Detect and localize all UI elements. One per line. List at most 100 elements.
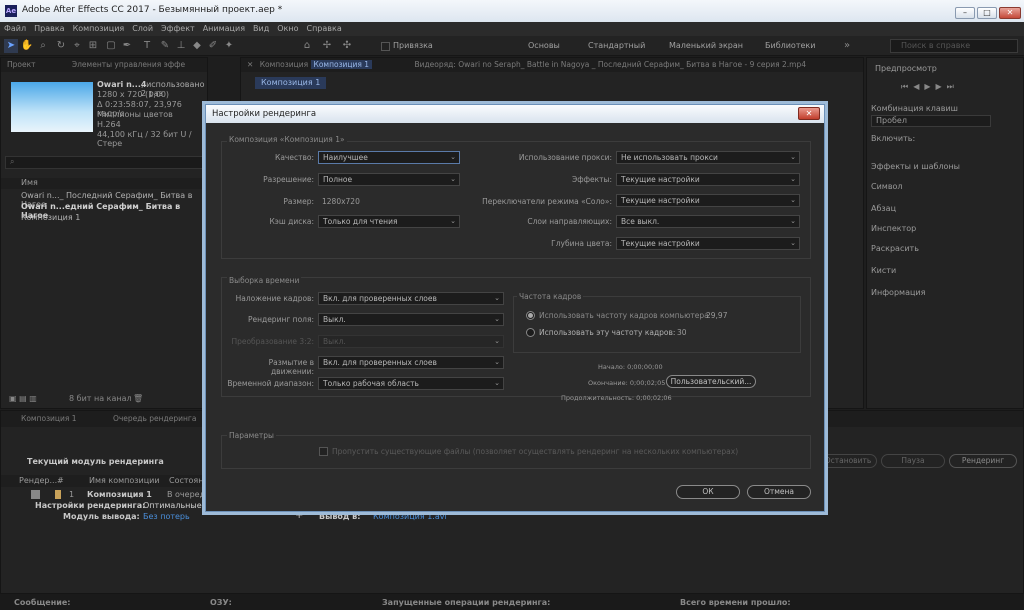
view-axis-icon[interactable]: ✣ (340, 39, 354, 53)
time-span-select[interactable]: Только рабочая область ⌄ (318, 377, 504, 390)
workspace-default[interactable]: Стандартный (588, 41, 645, 50)
menu-animation[interactable]: Анимация (199, 22, 249, 36)
brush-tool-icon[interactable]: ✎ (158, 39, 172, 53)
frame-blending-label: Наложение кадров: (235, 294, 314, 303)
tab-render-queue[interactable]: Очередь рендеринга (113, 414, 196, 423)
menu-composition[interactable]: Композиция (69, 22, 129, 36)
pan-behind-tool-icon[interactable]: ⊞ (86, 39, 100, 53)
menu-view[interactable]: Вид (249, 22, 273, 36)
output-module-value[interactable]: Без потерь (143, 512, 190, 521)
help-search-input[interactable]: Поиск в справке (890, 39, 1018, 53)
roto-brush-tool-icon[interactable]: ✐ (206, 39, 220, 53)
mask-tool-icon[interactable]: ▢ (104, 39, 118, 53)
shortcut-select[interactable]: Пробел (871, 115, 991, 127)
right-panel-item[interactable]: Инспектор (871, 224, 916, 233)
playback-controls-icon[interactable]: ⏮◀▶▶⏭ (901, 82, 959, 92)
tab-project[interactable]: Проект (7, 60, 36, 69)
bit-depth[interactable]: 8 бит на канал (69, 394, 132, 403)
rotate-tool-icon[interactable]: ↻ (54, 39, 68, 53)
resolution-select[interactable]: Полное ⌄ (318, 173, 460, 186)
workspace-small-screen[interactable]: Маленький экран (669, 41, 743, 50)
minimize-button[interactable]: – (955, 7, 975, 19)
right-panel-item[interactable]: Раскрасить (871, 244, 919, 253)
output-to-value[interactable]: Композиция 1.avi (373, 512, 447, 521)
right-panel-item[interactable]: Кисти (871, 266, 896, 275)
maximize-button[interactable]: □ (977, 7, 997, 19)
ok-button[interactable]: ОК (676, 485, 740, 499)
tab-timeline-comp1[interactable]: Композиция 1 (21, 414, 77, 423)
eraser-tool-icon[interactable]: ◆ (190, 39, 204, 53)
current-render-module: Текущий модуль рендеринга (27, 457, 164, 466)
col-comp-name[interactable]: Имя композиции (89, 476, 160, 485)
color-depth-select[interactable]: Текущие настройки ⌄ (616, 237, 800, 250)
column-header-name[interactable]: Имя (1, 178, 207, 189)
interpret-footage-icon[interactable]: ▣ ▤ ▥ (9, 394, 37, 403)
zoom-tool-icon[interactable]: ⌕ (36, 39, 50, 53)
guide-layers-select[interactable]: Все выкл. ⌄ (616, 215, 800, 228)
motion-blur-select[interactable]: Вкл. для проверенных слоев ⌄ (318, 356, 504, 369)
workspace-menu-icon[interactable]: » (840, 39, 854, 53)
field-render-select[interactable]: Выкл. ⌄ (318, 313, 504, 326)
quality-select[interactable]: Наилучшее ⌄ (318, 151, 460, 164)
solo-select[interactable]: Текущие настройки ⌄ (616, 194, 800, 207)
camera-tool-icon[interactable]: ⌖ (70, 39, 84, 53)
frame-blending-select[interactable]: Вкл. для проверенных слоев ⌄ (318, 292, 504, 305)
disk-cache-select[interactable]: Только для чтения ⌄ (318, 215, 460, 228)
pulldown-value: Выкл. (323, 337, 346, 346)
selection-tool-icon[interactable]: ➤ (4, 39, 18, 53)
fps-comp-label[interactable]: Использовать частоту кадров компьютера (539, 311, 709, 320)
right-panel-item[interactable]: Символ (871, 182, 903, 191)
status-bar: Сообщение: ОЗУ: Запущенные операции ренд… (0, 594, 1024, 610)
close-window-button[interactable]: ✕ (999, 7, 1021, 19)
fps-this-radio[interactable] (526, 328, 535, 337)
fps-this-value[interactable]: 30 (677, 328, 687, 337)
time-span-value: Только рабочая область (323, 379, 419, 388)
label-color-chip[interactable] (55, 490, 61, 499)
menu-edit[interactable]: Правка (30, 22, 68, 36)
world-axis-icon[interactable]: ✢ (320, 39, 334, 53)
close-comp-tab-icon[interactable]: ✕ (247, 60, 253, 69)
right-panel-item[interactable]: Эффекты и шаблоны (871, 162, 960, 171)
cancel-button[interactable]: Отмена (747, 485, 811, 499)
tab-composition-1[interactable]: Композиция 1 (310, 60, 373, 69)
workspace-essentials[interactable]: Основы (528, 41, 560, 50)
dialog-close-button[interactable]: ✕ (798, 107, 820, 120)
puppet-pin-tool-icon[interactable]: ✦ (222, 39, 236, 53)
effects-select[interactable]: Текущие настройки ⌄ (616, 173, 800, 186)
col-num[interactable]: # (57, 476, 64, 485)
proxy-select[interactable]: Не использовать прокси ⌄ (616, 151, 800, 164)
project-item[interactable]: Композиция 1 (21, 213, 80, 222)
right-panel-item[interactable]: Информация (871, 288, 925, 297)
render-row-name[interactable]: Композиция 1 (87, 490, 152, 499)
comp-breadcrumb[interactable]: Композиция 1 (255, 77, 327, 89)
clone-tool-icon[interactable]: ⊥ (174, 39, 188, 53)
trash-icon[interactable]: 🗑 (133, 394, 143, 403)
fps-comp-radio[interactable] (526, 311, 535, 320)
menu-effect[interactable]: Эффект (157, 22, 199, 36)
skip-files-checkbox[interactable] (319, 447, 328, 456)
text-tool-icon[interactable]: T (140, 39, 154, 53)
pause-button[interactable]: Пауза (881, 454, 945, 468)
render-button[interactable]: Рендеринг (949, 454, 1017, 468)
local-axis-icon[interactable]: ⌂ (300, 39, 314, 53)
snap-checkbox[interactable] (381, 42, 390, 51)
tab-effect-controls[interactable]: Элементы управления эффе (72, 60, 185, 69)
col-render[interactable]: Рендер... (19, 476, 57, 485)
menu-help[interactable]: Справка (302, 22, 345, 36)
workspace-libraries[interactable]: Библиотеки (765, 41, 815, 50)
tab-footage[interactable]: Видеоряд: Owari no Seraph_ Battle in Nag… (414, 60, 806, 69)
size-label: Размер: (283, 197, 314, 206)
project-tab-bar: Проект Элементы управления эффе (1, 58, 207, 72)
menu-file[interactable]: Файл (0, 22, 30, 36)
custom-time-button[interactable]: Пользовательский... (666, 375, 756, 388)
right-panel-item[interactable]: Абзац (871, 204, 896, 213)
stop-button[interactable]: Остановить (819, 454, 877, 468)
fps-this-label[interactable]: Использовать эту частоту кадров: (539, 328, 675, 337)
render-checkbox[interactable] (31, 490, 40, 499)
menu-layer[interactable]: Слой (128, 22, 157, 36)
pen-tool-icon[interactable]: ✒ (120, 39, 134, 53)
skip-files-label[interactable]: Пропустить существующие файлы (позволяет… (332, 447, 738, 456)
hand-tool-icon[interactable]: ✋ (20, 39, 34, 53)
menu-window[interactable]: Окно (273, 22, 302, 36)
project-search-input[interactable]: ⌕ (5, 156, 203, 169)
